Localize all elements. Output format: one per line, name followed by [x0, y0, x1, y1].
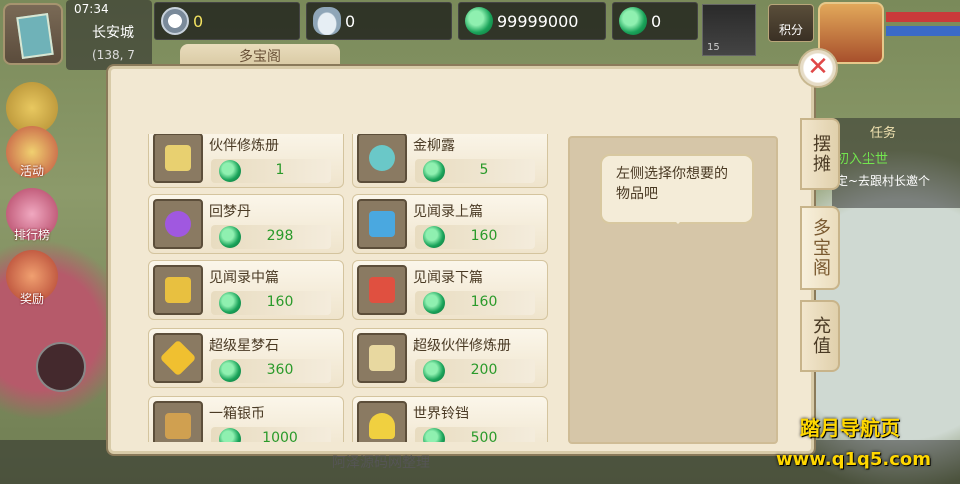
locked-jade-icon [619, 7, 647, 35]
task-title: 任务 [870, 126, 897, 141]
tribute-currency[interactable]: 0 [154, 2, 300, 40]
silver-value: 0 [345, 11, 356, 31]
silver-ingot-icon [313, 7, 341, 35]
book-icon [357, 333, 407, 383]
portrait-level: 15 [707, 42, 720, 53]
item-price: 160 [266, 294, 294, 310]
jade-coin-icon [219, 360, 241, 382]
city-name: 长安城 [92, 25, 134, 41]
jade-coin-icon [423, 160, 445, 182]
scroll-yellow-icon [153, 265, 203, 315]
silver-currency[interactable]: 0 [306, 2, 452, 40]
tab-treasure-pavilion[interactable]: 多宝阁 [800, 206, 840, 290]
task-description: 定~去跟村长邀个 [836, 174, 931, 188]
list-item[interactable]: 见闻录下篇 160 [352, 260, 548, 320]
item-name: 世界铃铛 [413, 406, 469, 422]
jade-coin-icon [423, 226, 445, 248]
reward-label: 奖励 [19, 292, 44, 306]
item-price: 298 [266, 228, 294, 244]
item-price: 500 [470, 430, 498, 442]
item-name: 超级星梦石 [209, 338, 279, 354]
star-stone-icon [153, 333, 203, 383]
item-name: 伙伴修炼册 [209, 138, 279, 154]
item-name: 回梦丹 [209, 204, 251, 220]
item-name: 见闻录上篇 [413, 204, 483, 220]
map-coordinate: (138, 7 [92, 48, 135, 62]
jade-currency[interactable]: 99999000 [458, 2, 606, 40]
item-name: 见闻录下篇 [413, 270, 483, 286]
jade-coin-icon [465, 7, 493, 35]
item-price: 5 [479, 162, 489, 178]
score-button[interactable]: 积分 [768, 4, 814, 42]
item-price: 200 [470, 362, 498, 378]
scroll-red-icon [357, 265, 407, 315]
potion-icon [357, 134, 407, 183]
item-name: 见闻录中篇 [209, 270, 279, 286]
item-price: 360 [266, 362, 294, 378]
mp-bar [886, 26, 960, 36]
list-item[interactable]: 一箱银币 1000 [148, 396, 344, 442]
activity-label: 活动 [19, 164, 44, 178]
item-price: 160 [470, 294, 498, 310]
source-credit: 阿泽源码网整理 [332, 455, 430, 471]
list-item[interactable]: 超级伙伴修炼册 200 [352, 328, 548, 388]
pill-icon [153, 199, 203, 249]
jade-coin-icon [219, 226, 241, 248]
item-name: 金柳露 [413, 138, 455, 154]
jade-coin-icon [423, 292, 445, 314]
item-price: 160 [470, 228, 498, 244]
list-item[interactable]: 回梦丹 298 [148, 194, 344, 254]
close-icon[interactable]: ✕ [798, 48, 838, 88]
item-name: 一箱银币 [209, 406, 265, 422]
target-portrait[interactable]: 15 [702, 4, 756, 56]
list-item[interactable]: 金柳露 5 [352, 134, 548, 188]
tribute-value: 0 [193, 11, 204, 31]
chest-icon [153, 401, 203, 442]
list-item[interactable]: 超级星梦石 360 [148, 328, 344, 388]
tribute-coin-icon [161, 7, 189, 35]
jade-coin-icon [423, 360, 445, 382]
bell-icon [357, 401, 407, 442]
list-item[interactable]: 见闻录上篇 160 [352, 194, 548, 254]
locked-jade-value: 0 [651, 11, 662, 31]
item-price: 1 [275, 162, 285, 178]
list-item[interactable]: 伙伴修炼册 1 [148, 134, 344, 188]
watermark-url: www.q1q5.com [776, 449, 932, 470]
item-name: 超级伙伴修炼册 [413, 338, 511, 354]
list-item[interactable]: 世界铃铛 500 [352, 396, 548, 442]
locked-jade-currency[interactable]: 0 [612, 2, 698, 40]
book-icon [153, 134, 203, 183]
scroll-blue-icon [357, 199, 407, 249]
jade-coin-icon [219, 292, 241, 314]
score-label: 积分 [778, 23, 803, 37]
clock-time: 07:34 [74, 2, 109, 16]
chat-bubble-icon[interactable] [36, 342, 86, 392]
watermark-title: 踏月导航页 [800, 416, 900, 440]
hint-bubble: 左侧选择你想要的物品吧 [600, 154, 754, 224]
map-icon[interactable] [3, 3, 63, 65]
tab-recharge[interactable]: 充值 [800, 300, 840, 372]
list-item[interactable]: 见闻录中篇 160 [148, 260, 344, 320]
tab-stall[interactable]: 摆摊 [800, 118, 840, 190]
ranking-label: 排行榜 [13, 228, 50, 242]
jade-coin-icon [219, 160, 241, 182]
item-price: 1000 [262, 430, 298, 442]
hp-bar [886, 12, 960, 22]
task-name[interactable]: 初入尘世 [836, 148, 888, 167]
item-list[interactable]: 伙伴修炼册 1 金柳露 5 回梦丹 298 见闻录上篇 160 见闻录中篇 16… [140, 134, 558, 442]
jade-value: 99999000 [497, 11, 579, 31]
